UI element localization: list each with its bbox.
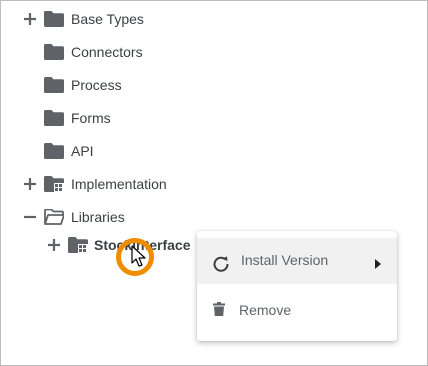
trash-icon (213, 302, 225, 319)
folder-icon (44, 77, 64, 93)
tree-item-base-types[interactable]: Base Types (21, 6, 221, 32)
tree-item-label: Process (71, 77, 122, 93)
collapse-minus-icon[interactable] (23, 210, 37, 224)
folder-icon (44, 143, 64, 159)
tree-item-label: Base Types (71, 11, 144, 27)
implementation-folder-icon (44, 176, 64, 192)
tree-item-libraries[interactable]: Libraries (21, 204, 221, 230)
context-menu: Install Version Remove (197, 231, 397, 341)
submenu-arrow-icon (375, 256, 381, 272)
tree-item-label: Libraries (71, 209, 125, 225)
tree-item-implementation[interactable]: Implementation (21, 171, 221, 197)
tree-item-connectors[interactable]: Connectors (21, 39, 221, 65)
remove-menu-item[interactable]: Remove (197, 287, 397, 333)
tree-item-label: Connectors (71, 44, 143, 60)
remove-label: Remove (239, 302, 292, 318)
tree-item-label: Implementation (71, 176, 167, 192)
folder-open-icon (44, 208, 65, 225)
library-folder-icon (68, 237, 88, 253)
tree-item-forms[interactable]: Forms (21, 105, 221, 131)
mouse-pointer-icon (131, 245, 147, 274)
expand-plus-icon[interactable] (23, 12, 37, 26)
tree-item-label: Forms (71, 110, 111, 126)
folder-icon (44, 110, 64, 126)
folder-icon (44, 11, 64, 27)
folder-icon (44, 44, 64, 60)
refresh-icon (212, 255, 230, 276)
library-tree-panel: Base Types Connectors Process Forms API (0, 0, 428, 366)
install-version-menu-item[interactable]: Install Version (197, 238, 397, 284)
tree-item-api[interactable]: API (21, 138, 221, 164)
expand-plus-icon[interactable] (23, 177, 37, 191)
tree-item-process[interactable]: Process (21, 72, 221, 98)
tree-item-label: API (71, 143, 94, 159)
expand-plus-icon[interactable] (47, 238, 61, 252)
install-version-label: Install Version (241, 252, 329, 268)
